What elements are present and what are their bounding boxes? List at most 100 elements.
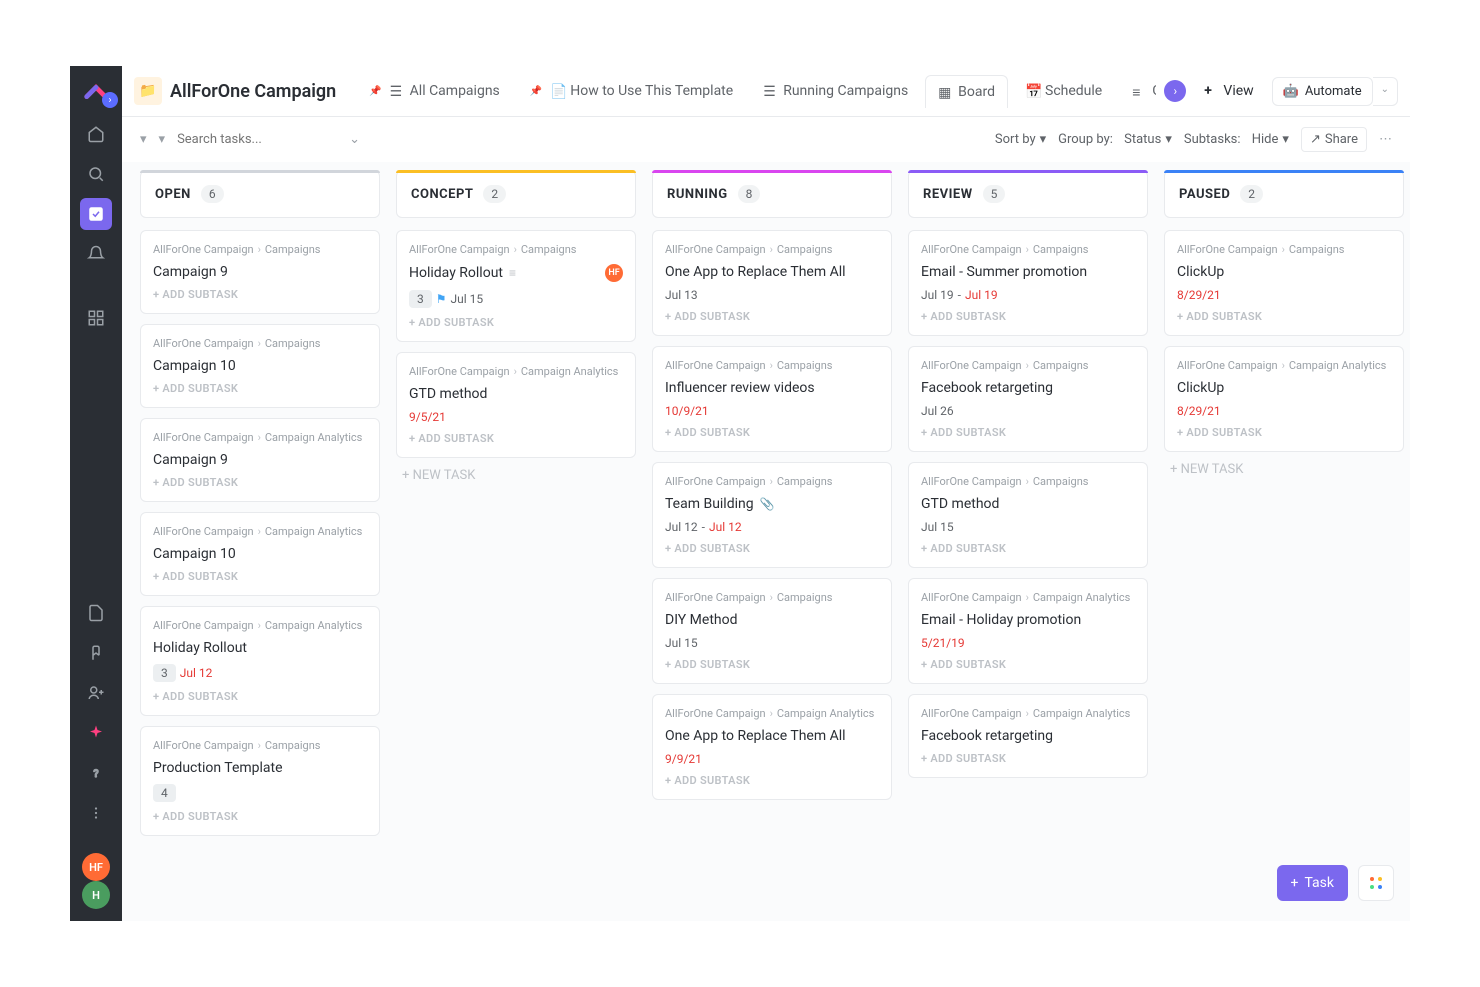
add-subtask-button[interactable]: + ADD SUBTASK <box>1177 310 1391 323</box>
column-count: 2 <box>483 185 506 203</box>
task-card[interactable]: AllForOne Campaign›CampaignsFacebook ret… <box>908 346 1148 452</box>
add-subtask-button[interactable]: + ADD SUBTASK <box>153 476 367 489</box>
automate-caret[interactable]: ⌄ <box>1373 77 1398 106</box>
add-subtask-button[interactable]: + ADD SUBTASK <box>665 426 879 439</box>
new-task-fab[interactable]: + Task <box>1277 865 1348 901</box>
assignee-avatar[interactable]: HF <box>605 264 623 282</box>
task-card[interactable]: AllForOne Campaign›Campaign AnalyticsFac… <box>908 694 1148 778</box>
more-icon[interactable] <box>80 797 112 829</box>
automate-button[interactable]: 🤖 Automate <box>1272 77 1373 106</box>
tab-how-to-use-this-template[interactable]: 📌📄How to Use This Template <box>517 74 746 108</box>
sort-by-button[interactable]: Sort by ▾ <box>995 132 1046 147</box>
task-card[interactable]: AllForOne Campaign›Campaign AnalyticsCam… <box>140 418 380 502</box>
date: Jul 19 <box>921 288 954 302</box>
add-subtask-button[interactable]: + ADD SUBTASK <box>921 542 1135 555</box>
task-card[interactable]: AllForOne Campaign›CampaignsCampaign 9+ … <box>140 230 380 314</box>
task-card[interactable]: AllForOne Campaign›Campaign AnalyticsHol… <box>140 606 380 716</box>
list-icon: ☰ <box>390 84 404 98</box>
add-subtask-button[interactable]: + ADD SUBTASK <box>921 658 1135 671</box>
subtasks-button[interactable]: Subtasks: Hide ▾ <box>1184 132 1289 147</box>
ai-icon[interactable] <box>80 717 112 749</box>
add-subtask-button[interactable]: + ADD SUBTASK <box>153 810 367 823</box>
card-meta: 3 ⚑ Jul 15 <box>409 290 623 308</box>
card-title: One App to Replace Them All <box>665 264 846 280</box>
add-subtask-button[interactable]: + ADD SUBTASK <box>153 382 367 395</box>
search-caret[interactable]: ⌄ <box>349 132 360 147</box>
task-card[interactable]: AllForOne Campaign›CampaignsInfluencer r… <box>652 346 892 452</box>
add-subtask-button[interactable]: + ADD SUBTASK <box>153 690 367 703</box>
invite-icon[interactable] <box>80 677 112 709</box>
column-header[interactable]: RUNNING8 <box>652 170 892 218</box>
task-card[interactable]: AllForOne Campaign›CampaignsEmail - Summ… <box>908 230 1148 336</box>
task-card[interactable]: AllForOne Campaign›CampaignsProduction T… <box>140 726 380 836</box>
add-subtask-button[interactable]: + ADD SUBTASK <box>1177 426 1391 439</box>
add-view-button[interactable]: + View <box>1194 77 1263 105</box>
share-button[interactable]: ↗ Share <box>1301 127 1367 152</box>
tasks-icon[interactable] <box>80 198 112 230</box>
task-card[interactable]: AllForOne Campaign›CampaignsDIY MethodJu… <box>652 578 892 684</box>
goals-icon[interactable] <box>80 637 112 669</box>
add-subtask-button[interactable]: + ADD SUBTASK <box>153 288 367 301</box>
task-card[interactable]: AllForOne Campaign›Campaign AnalyticsGTD… <box>396 352 636 458</box>
tab-board[interactable]: ▦Board <box>925 75 1008 108</box>
task-card[interactable]: AllForOne Campaign›Campaign AnalyticsCli… <box>1164 346 1404 452</box>
column-header[interactable]: REVIEW5 <box>908 170 1148 218</box>
task-card[interactable]: AllForOne Campaign›Campaign AnalyticsCam… <box>140 512 380 596</box>
tab-schedule[interactable]: 📅Schedule <box>1012 74 1115 108</box>
tab-label: Board <box>958 84 995 100</box>
task-card[interactable]: AllForOne Campaign›CampaignsGTD methodJu… <box>908 462 1148 568</box>
column-header[interactable]: OPEN6 <box>140 170 380 218</box>
task-card[interactable]: AllForOne Campaign›CampaignsCampaign 10+… <box>140 324 380 408</box>
card-meta: Jul 19 - Jul 19 <box>921 288 1135 302</box>
expand-sidebar-icon[interactable]: › <box>102 92 118 108</box>
search-icon[interactable] <box>80 158 112 190</box>
pin-icon: 📌 <box>530 86 542 97</box>
group-by-button[interactable]: Group by: Status ▾ <box>1058 132 1172 147</box>
add-subtask-button[interactable]: + ADD SUBTASK <box>665 658 879 671</box>
add-subtask-button[interactable]: + ADD SUBTASK <box>153 570 367 583</box>
subtask-count: 3 <box>409 290 432 308</box>
task-card[interactable]: AllForOne Campaign›CampaignsHoliday Roll… <box>396 230 636 342</box>
card-meta: Jul 15 <box>921 520 1135 534</box>
apps-fab[interactable] <box>1358 865 1394 901</box>
add-subtask-button[interactable]: + ADD SUBTASK <box>409 432 623 445</box>
new-task-button[interactable]: + NEW TASK <box>1164 452 1404 487</box>
date: 9/5/21 <box>409 410 446 424</box>
add-subtask-button[interactable]: + ADD SUBTASK <box>921 752 1135 765</box>
docs-icon[interactable] <box>80 597 112 629</box>
task-card[interactable]: AllForOne Campaign›CampaignsTeam Buildin… <box>652 462 892 568</box>
breadcrumb: AllForOne Campaign›Campaigns <box>153 337 367 350</box>
add-subtask-button[interactable]: + ADD SUBTASK <box>921 426 1135 439</box>
task-card[interactable]: AllForOne Campaign›Campaign AnalyticsOne… <box>652 694 892 800</box>
card-meta: Jul 13 <box>665 288 879 302</box>
column-header[interactable]: PAUSED2 <box>1164 170 1404 218</box>
filter-icon[interactable]: ▾ <box>140 132 147 147</box>
add-subtask-button[interactable]: + ADD SUBTASK <box>665 310 879 323</box>
dashboards-icon[interactable] <box>80 302 112 334</box>
app-logo[interactable]: › <box>82 78 110 106</box>
tabs-scroll-right[interactable]: › <box>1164 80 1186 102</box>
tab-gantt[interactable]: ≡Gantt <box>1119 74 1156 108</box>
tab-running-campaigns[interactable]: ☰Running Campaigns <box>750 74 921 108</box>
date: Jul 12 <box>180 666 213 680</box>
column-header[interactable]: CONCEPT2 <box>396 170 636 218</box>
new-task-button[interactable]: + NEW TASK <box>396 458 636 493</box>
add-subtask-button[interactable]: + ADD SUBTASK <box>921 310 1135 323</box>
user-avatar-hf[interactable]: HF <box>82 853 110 881</box>
more-options-icon[interactable]: ⋯ <box>1379 132 1392 147</box>
task-card[interactable]: AllForOne Campaign›Campaign AnalyticsEma… <box>908 578 1148 684</box>
task-card[interactable]: AllForOne Campaign›CampaignsClickUp8/29/… <box>1164 230 1404 336</box>
tab-all-campaigns[interactable]: 📌☰All Campaigns <box>356 74 513 108</box>
home-icon[interactable] <box>80 118 112 150</box>
task-card[interactable]: AllForOne Campaign›CampaignsOne App to R… <box>652 230 892 336</box>
add-subtask-button[interactable]: + ADD SUBTASK <box>665 774 879 787</box>
help-icon[interactable]: ? <box>80 757 112 789</box>
add-subtask-button[interactable]: + ADD SUBTASK <box>409 316 623 329</box>
add-subtask-button[interactable]: + ADD SUBTASK <box>665 542 879 555</box>
breadcrumb: AllForOne Campaign›Campaign Analytics <box>153 431 367 444</box>
column-name: PAUSED <box>1179 187 1230 202</box>
notifications-icon[interactable] <box>80 238 112 270</box>
search-input[interactable] <box>177 132 337 147</box>
tab-label: Gantt <box>1152 83 1156 99</box>
user-avatar-h[interactable]: H <box>82 881 110 909</box>
